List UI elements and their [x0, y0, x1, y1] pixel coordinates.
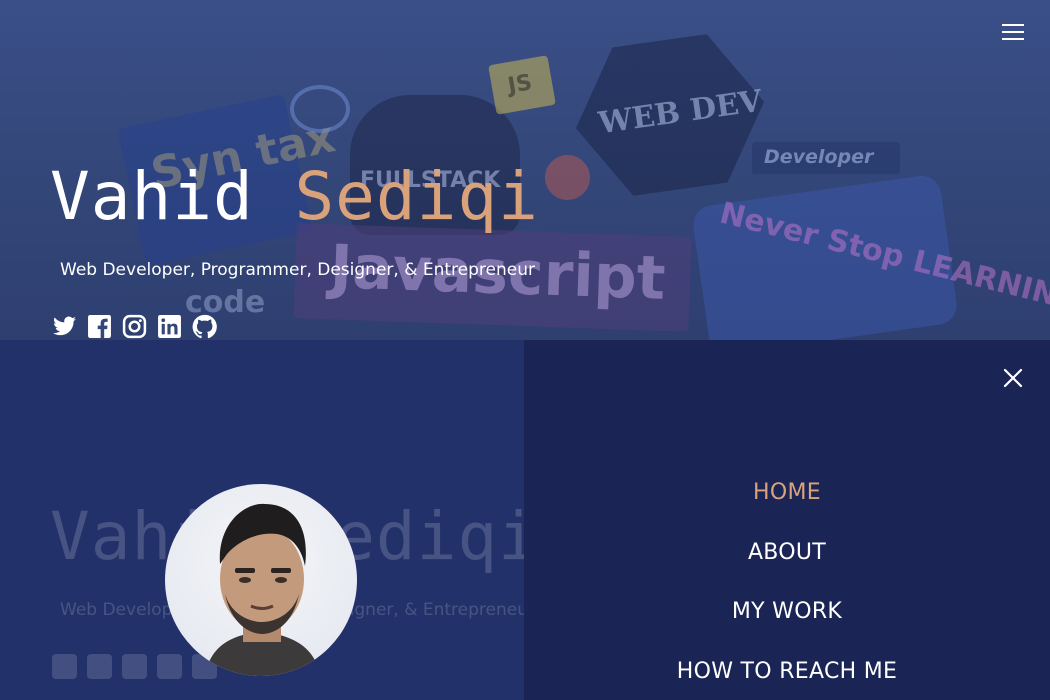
- social-links: [52, 314, 217, 339]
- avatar: [165, 484, 357, 676]
- hero-tagline: Web Developer, Programmer, Designer, & E…: [60, 260, 535, 280]
- react-sticker: [290, 85, 350, 133]
- hero-name: Vahid Sediqi: [50, 158, 539, 235]
- nav-item-home[interactable]: HOME: [524, 470, 1050, 530]
- linkedin-icon[interactable]: [157, 314, 182, 339]
- main-navigation: HOME ABOUT MY WORK HOW TO REACH ME: [524, 470, 1050, 700]
- github-icon[interactable]: [192, 314, 217, 339]
- hero-section: Syn tax FULLSTACK JS WEB DEV Developer J…: [0, 0, 1050, 340]
- nav-item-about[interactable]: ABOUT: [524, 530, 1050, 590]
- js-sticker-text: JS: [506, 70, 535, 99]
- last-name: Sediqi: [294, 158, 539, 235]
- ghost-social-links: [52, 654, 217, 679]
- flame-sticker: [545, 155, 590, 200]
- close-icon[interactable]: [1003, 368, 1023, 388]
- twitter-icon[interactable]: [52, 314, 77, 339]
- hamburger-menu-icon[interactable]: [1002, 24, 1024, 42]
- facebook-icon[interactable]: [87, 314, 112, 339]
- developer-sticker-text: Developer: [764, 146, 874, 168]
- instagram-icon[interactable]: [122, 314, 147, 339]
- nav-item-my-work[interactable]: MY WORK: [524, 589, 1050, 649]
- nav-item-how-to-reach-me[interactable]: HOW TO REACH ME: [524, 649, 1050, 700]
- first-name: Vahid: [50, 158, 254, 235]
